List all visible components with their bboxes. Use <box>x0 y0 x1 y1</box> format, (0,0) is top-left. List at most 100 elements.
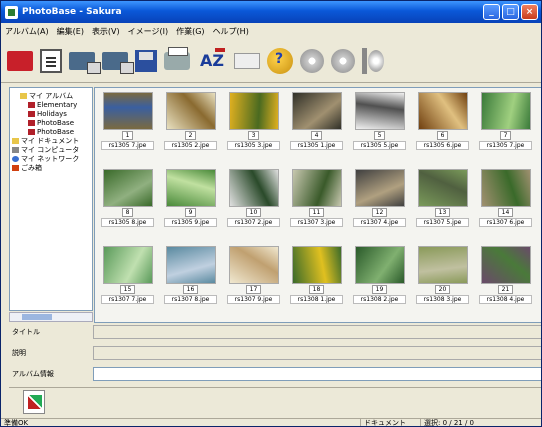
photo-image <box>480 92 531 130</box>
title-field[interactable] <box>93 325 541 339</box>
photo-number: 5 <box>373 130 386 140</box>
thumbnail[interactable]: 21 rs1308 4.jpe <box>478 244 533 304</box>
thumbnail[interactable]: 15 rs1307 7.jpe <box>100 244 155 304</box>
thumbnail[interactable]: 12 rs1307 4.jpe <box>352 167 407 227</box>
cd-write-icon[interactable] <box>331 48 355 73</box>
thumbnail[interactable]: 8 rs1305 8.jpe <box>100 167 155 227</box>
photo-number: 7 <box>499 130 512 140</box>
sort-az-icon[interactable]: AZ <box>197 46 227 76</box>
photo-image <box>480 169 531 207</box>
photo-number: 18 <box>308 284 325 294</box>
thumbnail[interactable]: 10 rs1307 2.jpe <box>226 167 281 227</box>
tree-scrollbar[interactable] <box>9 312 93 322</box>
photo-filename: rs1307 6.jpe <box>479 217 532 227</box>
thumbnail[interactable]: 4 rs1305 1.jpe <box>289 90 344 150</box>
title-label: タイトル <box>12 328 40 336</box>
tree-node[interactable]: PhotoBase <box>12 128 90 136</box>
tree-node[interactable]: ごみ箱 <box>12 164 90 172</box>
photo-filename: rs1305 7.jpe <box>101 140 154 150</box>
book-icon <box>12 165 19 171</box>
photo-image <box>228 169 279 207</box>
cd-icon[interactable] <box>300 48 324 73</box>
thumbnail[interactable]: 1 rs1305 7.jpe <box>100 90 155 150</box>
red-icon <box>28 120 35 126</box>
tree-node[interactable]: マイ コンピュータ <box>12 146 90 154</box>
tree-node-label: Holidays <box>37 110 67 118</box>
photo-number: 8 <box>121 207 134 217</box>
cd-export-icon[interactable] <box>362 47 384 74</box>
maximize-button[interactable]: □ <box>502 4 519 20</box>
photo-filename: rs1308 2.jpe <box>353 294 406 304</box>
album-field[interactable] <box>93 367 541 381</box>
camera-import-icon[interactable] <box>102 51 134 74</box>
photo-filename: rs1305 6.jpe <box>416 140 469 150</box>
thumbnail[interactable]: 2 rs1305 2.jpe <box>163 90 218 150</box>
photo-filename: rs1305 8.jpe <box>101 217 154 227</box>
thumbnail[interactable]: 19 rs1308 2.jpe <box>352 244 407 304</box>
photo-number: 14 <box>497 207 514 217</box>
thumbnail[interactable]: 18 rs1308 1.jpe <box>289 244 344 304</box>
blank-card-icon[interactable] <box>234 52 260 69</box>
tree-node-label: PhotoBase <box>37 119 75 127</box>
photo-filename: rs1305 1.jpe <box>290 140 343 150</box>
status-left: 準備OK <box>1 419 361 426</box>
photo-image <box>417 92 468 130</box>
print-icon[interactable] <box>164 46 190 70</box>
photo-filename: rs1307 7.jpe <box>101 294 154 304</box>
folder-icon <box>12 138 19 144</box>
tree-node[interactable]: Holidays <box>12 110 90 118</box>
menu-view[interactable]: 表示(V) <box>92 26 120 37</box>
thumbnail[interactable]: 11 rs1307 3.jpe <box>289 167 344 227</box>
open-album-icon[interactable] <box>7 50 33 71</box>
tree-node[interactable]: マイ アルバム <box>12 92 90 100</box>
close-button[interactable]: × <box>521 4 538 20</box>
photo-image <box>165 92 216 130</box>
document-icon[interactable] <box>40 48 62 73</box>
thumbnail[interactable]: 9 rs1305 9.jpe <box>163 167 218 227</box>
red-icon <box>28 111 35 117</box>
thumbnail[interactable]: 20 rs1308 3.jpe <box>415 244 470 304</box>
memo-field[interactable] <box>93 346 541 360</box>
thumbnail[interactable]: 7 rs1305 7.jpe <box>478 90 533 150</box>
photo-image <box>354 246 405 284</box>
menu-help[interactable]: ヘルプ(H) <box>213 26 249 37</box>
photo-filename: rs1308 4.jpe <box>479 294 532 304</box>
paint-brush-icon[interactable] <box>23 390 45 414</box>
thumbnail[interactable]: 3 rs1305 3.jpe <box>226 90 281 150</box>
scrollbar-thumb[interactable] <box>22 314 52 320</box>
photo-number: 2 <box>184 130 197 140</box>
thumbnail[interactable]: 6 rs1305 6.jpe <box>415 90 470 150</box>
photo-number: 20 <box>434 284 451 294</box>
menu-image[interactable]: イメージ(I) <box>128 26 168 37</box>
tree-node[interactable]: PhotoBase <box>12 119 90 127</box>
thumbnail[interactable]: 17 rs1307 9.jpe <box>226 244 281 304</box>
tree-node[interactable]: マイ ドキュメント <box>12 137 90 145</box>
photo-number: 9 <box>184 207 197 217</box>
tree-node[interactable]: マイ ネットワーク <box>12 155 90 163</box>
thumbnail[interactable]: 16 rs1307 8.jpe <box>163 244 218 304</box>
photo-filename: rs1307 2.jpe <box>227 217 280 227</box>
photo-filename: rs1307 9.jpe <box>227 294 280 304</box>
minimize-button[interactable]: _ <box>483 4 500 20</box>
photo-image <box>417 246 468 284</box>
title-bar[interactable]: PhotoBase - Sakura _ □ × <box>1 1 541 23</box>
properties-panel: タイトル 説明 アルバム情報 <box>9 324 541 384</box>
photo-image <box>480 246 531 284</box>
help-icon[interactable] <box>267 47 293 74</box>
thumbnail[interactable]: 13 rs1307 5.jpe <box>415 167 470 227</box>
app-window: PhotoBase - Sakura _ □ × アルバム(A) 編集(E) 表… <box>0 0 542 427</box>
photo-number: 10 <box>245 207 262 217</box>
photo-number: 6 <box>436 130 449 140</box>
thumbnail[interactable]: 14 rs1307 6.jpe <box>478 167 533 227</box>
thumbnail[interactable]: 5 rs1305 5.jpe <box>352 90 407 150</box>
photo-image <box>102 92 153 130</box>
menu-edit[interactable]: 編集(E) <box>57 26 84 37</box>
photo-image <box>102 169 153 207</box>
save-icon[interactable] <box>135 49 157 72</box>
scanner-icon[interactable] <box>69 51 101 74</box>
photo-number: 12 <box>371 207 388 217</box>
menu-album[interactable]: アルバム(A) <box>5 26 49 37</box>
status-mid: ドキュメント <box>361 419 421 426</box>
menu-tools[interactable]: 作業(G) <box>176 26 204 37</box>
tree-node[interactable]: Elementary <box>12 101 90 109</box>
